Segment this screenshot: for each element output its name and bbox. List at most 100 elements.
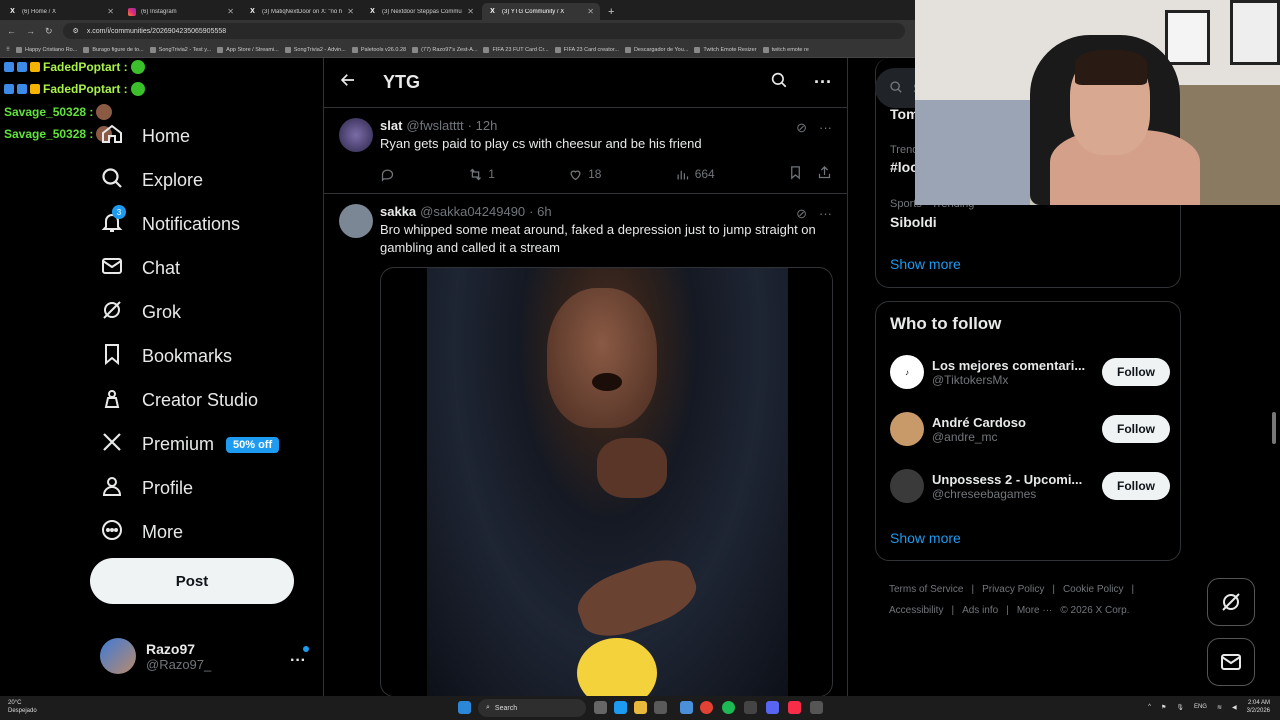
microphone-icon[interactable]: 🎙 [1176,704,1184,711]
x-icon: X [10,8,15,15]
bookmark[interactable]: Burago figure de to... [83,46,144,53]
avatar[interactable] [339,118,373,152]
app-icon[interactable] [680,701,693,714]
tray-icon[interactable]: ⚑ [1161,704,1166,711]
close-icon[interactable]: ✕ [107,7,114,16]
forward-icon[interactable]: → [26,26,35,36]
scrollbar[interactable] [1272,412,1276,444]
close-icon[interactable]: ✕ [587,7,594,16]
url-field[interactable]: ⚙ x.com/i/communities/2026904235065905558 [62,23,905,39]
bookmark[interactable]: (77) Razo97's Zest-A... [412,46,477,53]
obs-icon[interactable] [744,701,757,714]
bookmark[interactable]: FIFA 23 Card creator... [554,46,619,53]
chat-message: Savage_50328 : [4,104,113,120]
messages-floating-button[interactable] [1207,638,1255,686]
taskbar-search[interactable]: ⌕ Search [478,699,586,717]
back-icon[interactable]: ← [7,26,16,36]
nav-premium[interactable]: Premium 50% off [100,430,280,459]
browser-tab[interactable]: X (6) Home / X ✕ [2,3,120,20]
tweet[interactable]: ⊘ ··· sakka @sakka04249490 · 6h Bro whipped… [324,194,847,707]
browser-tab[interactable]: (6) Instagram ✕ [122,3,240,20]
follow-suggestion[interactable]: Unpossess 2 - Upcomi... @chreseebagames F… [890,466,1170,506]
close-icon[interactable]: ✕ [227,7,234,16]
nav-chat[interactable]: Chat [100,254,180,283]
reload-icon[interactable]: ↻ [45,26,53,37]
follow-suggestion[interactable]: André Cardoso @andre_mc Follow [890,409,1170,449]
nav-home[interactable]: Home [100,122,190,151]
nav-explore[interactable]: Explore [100,166,203,195]
account-switcher[interactable]: Razo97 @Razo97_ [100,638,211,674]
bookmark[interactable]: Paletools v26.0.28 [351,46,406,53]
footer-links: Terms of Service | Privacy Policy | Cookie P… [889,584,1135,616]
weather-widget[interactable]: 20°C Despejado [8,699,37,715]
discord-icon[interactable] [766,701,779,714]
grok-icon[interactable]: ⊘ [796,120,807,136]
bookmark[interactable]: FIFA 23 FUT Card Cr... [483,46,549,53]
bookmark[interactable]: Descargador de You... [624,46,688,53]
show-more-link[interactable]: Show more [890,256,961,272]
badge-icon [4,62,14,72]
task-view-icon[interactable] [594,701,607,714]
more-icon[interactable]: ··· [819,120,832,136]
tweet-video[interactable] [380,267,833,697]
volume-icon[interactable]: ◀ [1232,704,1237,711]
edge-icon[interactable] [614,701,627,714]
avatar[interactable] [339,204,373,238]
reply-button[interactable] [380,165,395,183]
more-icon[interactable]: ··· [814,72,832,93]
search-icon[interactable] [770,71,788,94]
spotify-icon[interactable] [722,701,735,714]
nav-bookmarks[interactable]: Bookmarks [100,342,232,371]
follow-button[interactable]: Follow [1102,415,1170,443]
nav-more[interactable]: More [100,518,183,547]
feed-header: YTG ··· [324,58,847,108]
browser-tab[interactable]: X (3) Nextdoor Steppas Commu ✕ [362,3,480,20]
follow-button[interactable]: Follow [1102,472,1170,500]
file-explorer-icon[interactable] [634,701,647,714]
back-arrow-icon[interactable] [339,71,357,94]
bookmark[interactable]: App Store / Streami... [217,46,279,53]
chrome-icon[interactable] [700,701,713,714]
bookmark[interactable]: SongTrivia2 - Test y... [149,46,211,53]
webcam-overlay [915,0,1280,205]
grok-icon[interactable]: ⊘ [796,206,807,222]
like-button[interactable]: 18 [568,165,601,183]
app-icon[interactable] [810,701,823,714]
bookmark[interactable]: SongTrivia2 - Advin... [284,46,346,53]
views-button[interactable]: 664 [675,165,715,183]
close-icon[interactable]: ✕ [347,7,354,16]
follow-suggestion[interactable]: ♪ Los mejores comentari... @TiktokersMx F… [890,352,1170,392]
post-button[interactable]: Post [90,558,294,604]
trend-item[interactable]: Siboldi [890,214,937,230]
bookmark[interactable]: twitch emote re [762,46,809,53]
bookmark-icon[interactable] [788,165,803,183]
bookmark[interactable]: Twitch Emote Resizer [694,46,757,53]
apps-icon[interactable]: ⠿ [6,47,10,53]
browser-tab-active[interactable]: X (3) YTG Community / X ✕ [482,3,600,20]
windows-start-icon[interactable] [458,701,471,714]
new-tab-button[interactable]: + [608,6,614,18]
clock[interactable]: 2:04 AM 3/2/2026 [1247,699,1270,715]
share-icon[interactable] [817,165,832,183]
wifi-icon[interactable]: ≋ [1217,704,1222,711]
tray-chevron-icon[interactable]: ^ [1148,704,1151,710]
bookmark[interactable]: Happy Cristiano Ro... [16,46,77,53]
grok-floating-button[interactable] [1207,578,1255,626]
repost-button[interactable]: 1 [468,165,495,183]
nav-grok[interactable]: Grok [100,298,181,327]
more-icon[interactable]: ··· [819,206,832,222]
close-icon[interactable]: ✕ [467,7,474,16]
tweet[interactable]: ⊘ ··· slat @fwslatttt · 12h Ryan gets paid … [324,108,847,194]
show-more-link[interactable]: Show more [890,530,961,546]
tweet-actions: 1 18 664 [380,165,832,183]
nav-creator-studio[interactable]: Creator Studio [100,386,258,415]
music-icon[interactable] [788,701,801,714]
nav-notifications[interactable]: 3 Notifications [100,205,240,239]
browser-tab[interactable]: X (3) MatiqNextDoor on X: "no h ✕ [242,3,360,20]
nav-profile[interactable]: Profile [100,474,193,503]
site-info-icon[interactable]: ⚙ [73,27,79,35]
store-icon[interactable] [654,701,667,714]
trend-item[interactable]: #loc [890,159,918,175]
follow-button[interactable]: Follow [1102,358,1170,386]
account-more-icon[interactable]: ··· [290,652,306,670]
